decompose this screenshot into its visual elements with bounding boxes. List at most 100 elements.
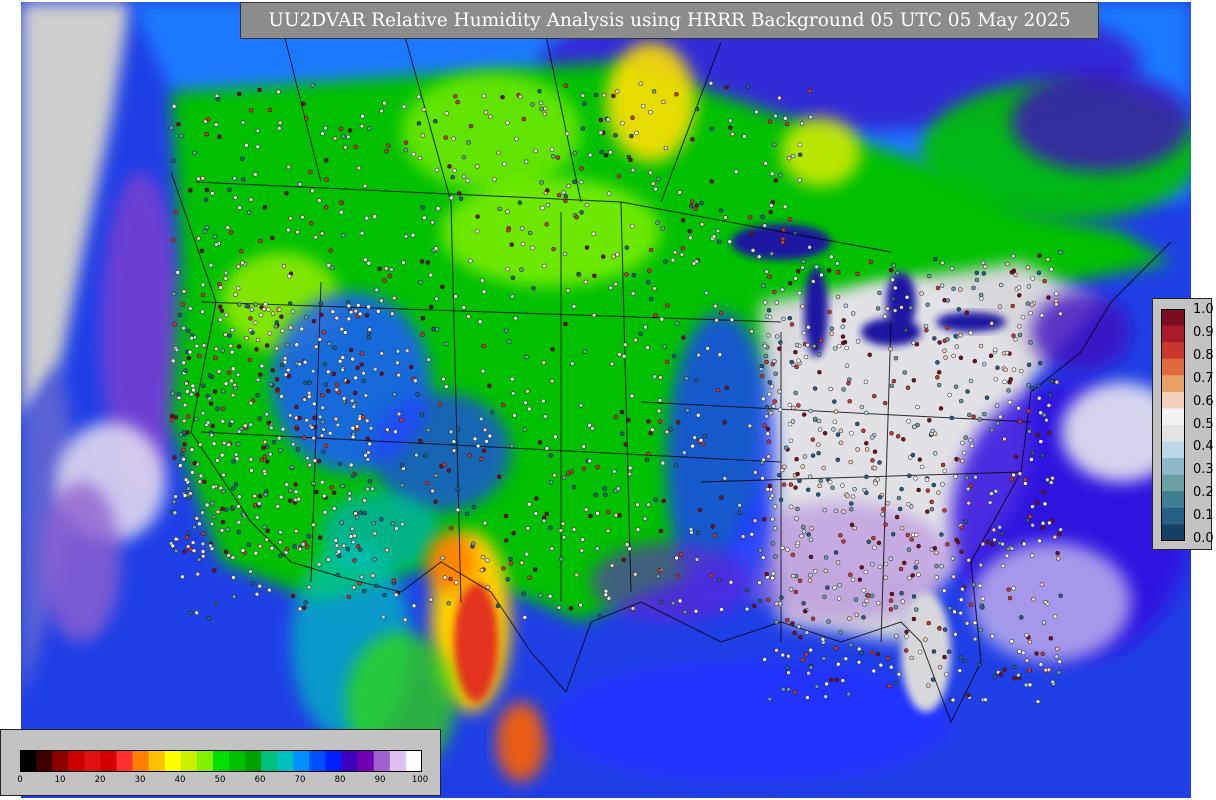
station-marker [827,309,832,315]
station-marker [1000,541,1005,547]
station-marker [200,549,206,554]
station-marker [301,101,306,107]
station-marker [271,439,277,445]
station-marker [653,313,658,318]
station-marker [1028,340,1033,345]
station-marker [836,343,842,349]
station-marker [744,606,750,612]
station-marker [204,187,210,193]
station-marker [341,233,346,238]
station-marker [307,380,312,385]
station-marker [767,314,773,320]
station-marker [958,597,964,602]
station-marker [186,414,191,419]
station-marker [692,206,698,212]
station-marker [805,342,810,348]
colorbar-tick-label: 50 [214,775,226,785]
station-marker [286,164,292,170]
station-marker [1019,615,1024,620]
station-marker [420,332,425,337]
station-marker [263,301,268,307]
colorbar-swatch [229,750,246,772]
station-marker [953,632,958,637]
station-marker [257,501,262,506]
station-marker [240,548,246,553]
station-marker [1037,538,1042,544]
station-marker [787,402,793,408]
station-marker [240,177,246,182]
station-marker [722,476,728,481]
station-marker [523,159,529,164]
station-marker [593,492,598,498]
station-marker [893,604,899,610]
station-marker [603,492,608,498]
station-marker [883,522,888,527]
station-marker [451,439,457,444]
station-marker [287,301,293,306]
station-marker [1016,406,1021,411]
station-marker [957,668,963,673]
station-marker [1039,313,1045,318]
station-marker [487,433,493,439]
station-marker [446,468,452,473]
legend-tick-label: 0.5 [1193,416,1214,432]
station-marker [770,516,775,522]
station-marker [317,535,323,540]
station-marker [681,335,686,340]
station-marker [806,532,811,537]
station-marker [971,285,976,291]
station-marker [221,489,226,494]
station-marker [217,304,223,309]
legend-swatch [1161,474,1185,492]
station-marker [173,414,179,420]
station-marker [791,573,796,579]
station-marker [1050,475,1055,481]
station-marker [275,387,280,392]
station-marker [1027,639,1033,645]
station-marker [1017,332,1023,338]
station-marker [997,304,1003,309]
rh-field-blob [1031,292,1131,372]
station-marker [906,419,911,424]
station-marker [519,226,525,231]
station-marker [324,177,329,182]
station-marker [419,412,425,417]
station-marker [724,385,730,390]
station-marker [895,434,901,439]
station-marker [847,399,852,404]
station-marker [581,444,586,449]
station-marker [340,483,345,489]
station-marker [200,282,206,288]
station-marker [505,120,510,126]
rh-field-blob [781,117,861,187]
station-marker [931,649,937,654]
station-marker [357,580,362,586]
station-marker [321,449,326,455]
station-marker [335,422,341,428]
station-marker [807,245,812,250]
station-marker [204,502,210,508]
station-marker [311,318,317,324]
station-marker [623,342,628,347]
station-marker [895,270,900,276]
station-marker [361,378,366,384]
station-marker [190,540,196,545]
station-marker [181,457,186,462]
station-marker [323,443,329,448]
station-marker [400,521,405,527]
station-marker [539,180,544,185]
station-marker [1040,521,1046,526]
station-marker [790,153,796,159]
station-marker [747,215,753,220]
station-marker [1013,454,1019,460]
station-marker [218,485,224,491]
station-marker [675,573,680,579]
station-marker [974,270,980,276]
station-marker [394,526,399,531]
station-marker [875,477,880,482]
station-marker [699,222,705,227]
station-marker [737,510,742,516]
station-marker [951,353,956,359]
station-marker [229,378,234,384]
station-marker [270,311,276,316]
